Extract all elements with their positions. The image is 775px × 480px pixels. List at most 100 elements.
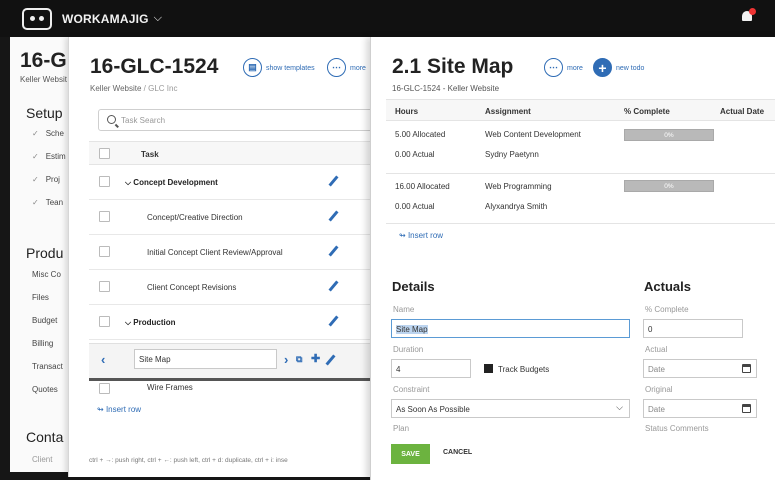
project-breadcrumb: Keller Website / GLC Inc <box>90 84 177 93</box>
calendar-icon[interactable] <box>742 404 751 413</box>
task-label: Initial Concept Client Review/Approval <box>147 248 283 257</box>
calendar-icon[interactable] <box>742 364 751 373</box>
task-name-input[interactable]: Site Map <box>134 349 277 369</box>
search-icon <box>107 115 116 124</box>
row-checkbox[interactable] <box>99 383 110 394</box>
insert-row-button[interactable]: ↬ Insert row <box>399 231 443 240</box>
task-row[interactable]: Wire Frames <box>89 378 370 396</box>
more-button[interactable]: more <box>350 65 366 72</box>
task-row[interactable]: Client Concept Revisions <box>89 270 370 305</box>
project-name[interactable]: Keller Website <box>90 84 141 93</box>
original-date-label: Original <box>645 385 673 394</box>
show-templates-icon[interactable]: ▤ <box>243 58 262 77</box>
indent-arrow-icon[interactable]: › <box>284 352 288 367</box>
products-item[interactable]: Misc Co <box>32 270 61 279</box>
hours-actual: 0.00 Actual <box>395 150 435 159</box>
edit-pencil-icon[interactable] <box>328 210 339 222</box>
task-row[interactable]: ⌵ Production <box>89 305 370 340</box>
task-row[interactable]: Initial Concept Client Review/Approval <box>89 235 370 270</box>
assignee-name[interactable]: Alyxandrya Smith <box>485 202 547 211</box>
products-item[interactable]: Billing <box>32 339 53 348</box>
client-name[interactable]: GLC Inc <box>148 84 177 93</box>
task-table-header: Task <box>89 141 370 165</box>
edit-pencil-icon[interactable] <box>328 280 339 292</box>
insert-row-icon: ↬ <box>399 231 406 240</box>
new-todo-button[interactable]: new todo <box>616 65 644 72</box>
constraint-select[interactable]: As Soon As Possible ⌵ <box>391 399 630 418</box>
brand-name[interactable]: WORKAMAJIG <box>62 12 149 26</box>
project-subtitle: Keller Websit <box>20 75 67 84</box>
workamajig-logo-icon[interactable] <box>22 7 52 30</box>
name-label: Name <box>393 305 415 314</box>
insert-row-button[interactable]: ↬ Insert row <box>97 405 141 414</box>
chevron-down-icon[interactable]: ⌵ <box>154 12 162 25</box>
actual-date-label: Actual <box>645 345 668 354</box>
copy-icon[interactable]: ⧉ <box>296 354 302 365</box>
insert-row-label: Insert row <box>407 231 444 240</box>
task-list-panel: 16-GLC-1524 Keller Website / GLC Inc ▤ s… <box>68 37 370 477</box>
setup-heading: Setup <box>26 105 63 121</box>
more-options-icon[interactable]: ⋯ <box>544 58 563 77</box>
products-item[interactable]: Files <box>32 293 49 302</box>
task-label: Client Concept Revisions <box>147 283 237 292</box>
more-button[interactable]: more <box>567 65 583 72</box>
duration-input[interactable]: 4 <box>391 359 471 378</box>
percent-complete-label: % Complete <box>645 305 689 314</box>
cancel-button[interactable]: CANCEL <box>443 449 472 456</box>
notification-bell-icon[interactable] <box>741 8 756 24</box>
checkbox-icon <box>484 364 493 373</box>
setup-item[interactable]: ✓ Tean <box>32 198 63 207</box>
assignments-header: Hours Assignment % Complete Actual Date <box>386 99 775 121</box>
assignment-task[interactable]: Web Content Development <box>485 130 581 139</box>
task-row[interactable]: Concept/Creative Direction <box>89 200 370 235</box>
track-budgets-checkbox[interactable]: Track Budgets <box>484 364 549 374</box>
row-checkbox[interactable] <box>99 281 110 292</box>
row-checkbox[interactable] <box>99 211 110 222</box>
row-checkbox[interactable] <box>99 176 110 187</box>
setup-item[interactable]: ✓ Estim <box>32 152 66 161</box>
products-item[interactable]: Transact <box>32 362 63 371</box>
status-comments-label: Status Comments <box>645 424 709 433</box>
duration-label: Duration <box>393 345 424 354</box>
edit-pencil-icon[interactable] <box>325 354 336 366</box>
edit-pencil-icon[interactable] <box>328 245 339 257</box>
setup-item[interactable]: ✓ Proj <box>32 175 60 184</box>
assignment-column-header: Assignment <box>485 107 531 116</box>
actual-date-input[interactable]: Date <box>643 359 757 378</box>
products-item[interactable]: Budget <box>32 316 57 325</box>
task-search[interactable]: Task Search <box>98 109 370 131</box>
outdent-arrow-icon[interactable]: ‹ <box>101 352 105 367</box>
task-row[interactable]: ⌵ Concept Development <box>89 165 370 200</box>
products-heading: Produ <box>26 245 64 261</box>
show-templates-button[interactable]: show templates <box>266 65 315 72</box>
add-icon[interactable]: ✚ <box>311 352 320 365</box>
task-label: ⌵ Concept Development <box>125 178 218 187</box>
assignee-name[interactable]: Sydny Paetynn <box>485 150 539 159</box>
actuals-heading: Actuals <box>644 279 691 294</box>
save-button[interactable]: SAVE <box>391 444 430 464</box>
name-input[interactable]: Site Map <box>391 319 630 338</box>
task-title: 2.1 Site Map <box>392 55 514 78</box>
divider <box>386 223 775 224</box>
progress-label: 0% <box>664 183 674 190</box>
percent-complete-input[interactable]: 0 <box>643 319 743 338</box>
more-options-icon[interactable]: ⋯ <box>327 58 346 77</box>
task-label: Wire Frames <box>147 383 193 392</box>
products-item[interactable]: Quotes <box>32 385 58 394</box>
edit-pencil-icon[interactable] <box>328 315 339 327</box>
project-title: 16-G <box>20 49 67 72</box>
details-heading: Details <box>392 279 435 294</box>
edit-pencil-icon[interactable] <box>328 175 339 187</box>
setup-item[interactable]: ✓ Sche <box>32 129 64 138</box>
project-title: 16-GLC-1524 <box>90 55 219 78</box>
task-column-header[interactable]: Task <box>141 150 159 159</box>
assignment-task[interactable]: Web Programming <box>485 182 552 191</box>
new-todo-icon[interactable]: + <box>593 58 612 77</box>
select-all-checkbox[interactable] <box>99 148 110 159</box>
original-date-input[interactable]: Date <box>643 399 757 418</box>
contacts-item[interactable]: Client <box>32 455 52 464</box>
row-checkbox[interactable] <box>99 246 110 257</box>
row-checkbox[interactable] <box>99 316 110 327</box>
progress-label: 0% <box>664 132 674 139</box>
progress-bar: 0% <box>624 129 714 141</box>
